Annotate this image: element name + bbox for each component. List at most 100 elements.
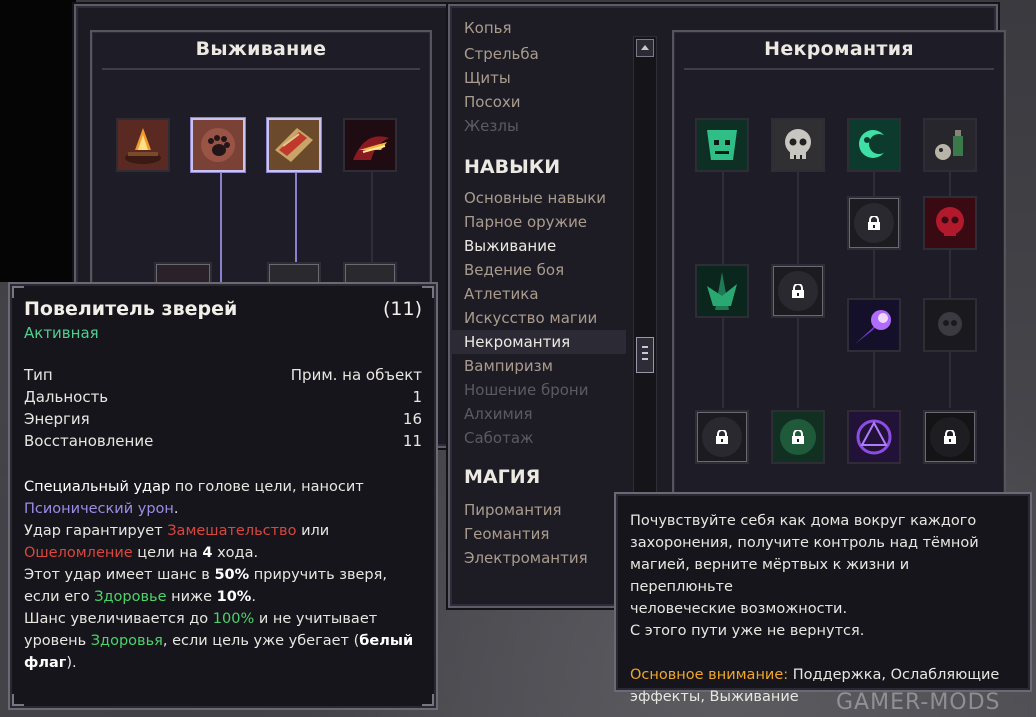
- lock-icon: [716, 430, 728, 444]
- keyword-health: Здоровье: [94, 589, 167, 605]
- menu-item-geomancy[interactable]: Геомантия: [450, 522, 626, 546]
- blood-skull-skill-icon[interactable]: [923, 196, 977, 250]
- school-focus: Основное внимание: Поддержка, Ослабляющи…: [630, 664, 1016, 686]
- stat-row: Дальность 1: [24, 386, 422, 408]
- desc-text: если его: [24, 589, 95, 605]
- desc-line-4: Ошеломление цели на 4 хода.: [24, 542, 422, 564]
- dark-corner: [0, 0, 76, 282]
- stat-label: Восстановление: [24, 432, 154, 450]
- desc-line-3: Удар гарантирует Замешательство или: [24, 520, 422, 542]
- menu-item-survival[interactable]: Выживание: [450, 234, 626, 258]
- menu-item-athletics[interactable]: Атлетика: [450, 282, 626, 306]
- bandage-skill-icon[interactable]: [267, 118, 321, 172]
- desc-line-2: Псионический урон.: [24, 498, 422, 520]
- stat-row: Тип Прим. на объект: [24, 364, 422, 386]
- stat-label: Энергия: [24, 410, 90, 428]
- necro-locked-skill-icon-5[interactable]: [923, 410, 977, 464]
- ghoul-summon-skill-icon[interactable]: [695, 118, 749, 172]
- skill-type-label: Активная: [24, 324, 99, 342]
- flame-strike-skill-icon[interactable]: [343, 118, 397, 172]
- lock-icon: [792, 284, 804, 298]
- skills-menu: Копья Стрельба Щиты Посохи Жезлы НАВЫКИ …: [450, 22, 626, 588]
- menu-item-wands[interactable]: Жезлы: [450, 114, 626, 138]
- necro-locked-skill-icon-2[interactable]: [771, 264, 825, 318]
- menu-item-vampirism[interactable]: Вампиризм: [450, 354, 626, 378]
- scroll-up-button[interactable]: [636, 39, 654, 57]
- tooltip-corner-tl: [12, 286, 24, 298]
- desc-text: Шанс увеличивается до: [24, 611, 213, 627]
- necro-locked-skill-icon-4[interactable]: [771, 410, 825, 464]
- school-line-2: захоронения, получите контроль над тёмно…: [630, 535, 979, 551]
- keyword-chance: 50%: [214, 567, 250, 583]
- school-line-5: С этого пути уже не вернутся.: [630, 623, 865, 639]
- menu-item-necromancy[interactable]: Некромантия: [450, 330, 626, 354]
- lock-icon: [792, 430, 804, 444]
- desc-line-7: Шанс увеличивается до 100% и не учитывае…: [24, 608, 422, 630]
- void-bolt-skill-icon[interactable]: [847, 298, 901, 352]
- menu-item-armor[interactable]: Ношение брони: [450, 378, 626, 402]
- keyword-white-flag: белый: [359, 633, 414, 649]
- stat-row: Восстановление 11: [24, 430, 422, 452]
- survival-connector-3: [371, 172, 373, 264]
- menu-item-warfare[interactable]: Ведение боя: [450, 258, 626, 282]
- tooltip-corner-bl: [12, 694, 24, 706]
- keyword-flag: флаг: [24, 655, 67, 671]
- magic-header: МАГИЯ: [464, 466, 541, 488]
- necro-locked-skill-icon-3[interactable]: [695, 410, 749, 464]
- weapons-list: Копья Стрельба Щиты Посохи Жезлы: [450, 22, 626, 138]
- menu-item-electromancy[interactable]: Электромантия: [450, 546, 626, 570]
- menu-item-basic-skills[interactable]: Основные навыки: [450, 186, 626, 210]
- lock-icon: [868, 216, 880, 230]
- menu-item-sabotage[interactable]: Саботаж: [450, 426, 626, 450]
- menu-item-spears[interactable]: Копья: [450, 22, 626, 42]
- necro-locked-skill-icon-1[interactable]: [847, 196, 901, 250]
- desc-line-9: флаг).: [24, 652, 422, 674]
- keyword-stun: Ошеломление: [24, 545, 133, 561]
- school-description: Почувствуйте себя как дома вокруг каждог…: [630, 510, 1016, 708]
- watermark: GAMER-MODS: [836, 690, 1001, 715]
- desc-text: и не учитывает: [254, 611, 378, 627]
- skills-header: НАВЫКИ: [464, 156, 561, 178]
- school-line-3: магией, верните мёртвых к жизни и перепл…: [630, 557, 910, 595]
- menu-item-staves[interactable]: Посохи: [450, 90, 626, 114]
- menu-item-archery[interactable]: Стрельба: [450, 42, 626, 66]
- keyword-psionic-damage: Псионический урон: [24, 501, 174, 517]
- menu-item-alchemy[interactable]: Алхимия: [450, 402, 626, 426]
- stat-label: Тип: [24, 366, 53, 384]
- stat-value: 11: [402, 432, 422, 450]
- desc-text: Удар гарантирует: [24, 523, 168, 539]
- stat-label: Дальность: [24, 388, 109, 406]
- desc-text: приручить зверя,: [249, 567, 387, 583]
- desc-text: хода.: [212, 545, 259, 561]
- keyword-threshold: 10%: [216, 589, 252, 605]
- campfire-skill-icon[interactable]: [116, 118, 170, 172]
- wraith-skill-icon[interactable]: [847, 118, 901, 172]
- stat-value: 16: [402, 410, 422, 428]
- necromancy-title-divider: [684, 68, 994, 70]
- desc-line-1: Специальный удар по голове цели, наносит: [24, 476, 422, 498]
- skill-name: Повелитель зверей: [24, 298, 238, 320]
- arrow-up-icon: [641, 45, 649, 50]
- necro-lab-skill-icon[interactable]: [923, 118, 977, 172]
- menu-item-arcanistics[interactable]: Искусство магии: [450, 306, 626, 330]
- menu-item-dual-wield[interactable]: Парное оружие: [450, 210, 626, 234]
- skull-skill-icon[interactable]: [771, 118, 825, 172]
- scroll-thumb[interactable]: [636, 337, 654, 373]
- shadow-skull-skill-icon[interactable]: [923, 298, 977, 352]
- desc-text: ниже: [166, 589, 217, 605]
- keyword-special-strike: Специальный удар: [24, 479, 171, 495]
- necromancy-title: Некромантия: [764, 38, 914, 60]
- desc-text: или: [296, 523, 330, 539]
- desc-line-6: если его Здоровье ниже 10%.: [24, 586, 422, 608]
- menu-item-shields[interactable]: Щиты: [450, 66, 626, 90]
- stat-row: Энергия 16: [24, 408, 422, 430]
- beast-paw-skill-icon[interactable]: [191, 118, 245, 172]
- sigil-skill-icon[interactable]: [847, 410, 901, 464]
- survival-connector-2: [295, 172, 297, 264]
- desc-text: .: [173, 501, 179, 517]
- rot-plant-skill-icon[interactable]: [695, 264, 749, 318]
- menu-item-pyromancy[interactable]: Пиромантия: [450, 498, 626, 522]
- desc-text: ).: [66, 655, 77, 671]
- desc-text: Этот удар имеет шанс в: [24, 567, 215, 583]
- school-line-4: человеческие возможности.: [630, 601, 848, 617]
